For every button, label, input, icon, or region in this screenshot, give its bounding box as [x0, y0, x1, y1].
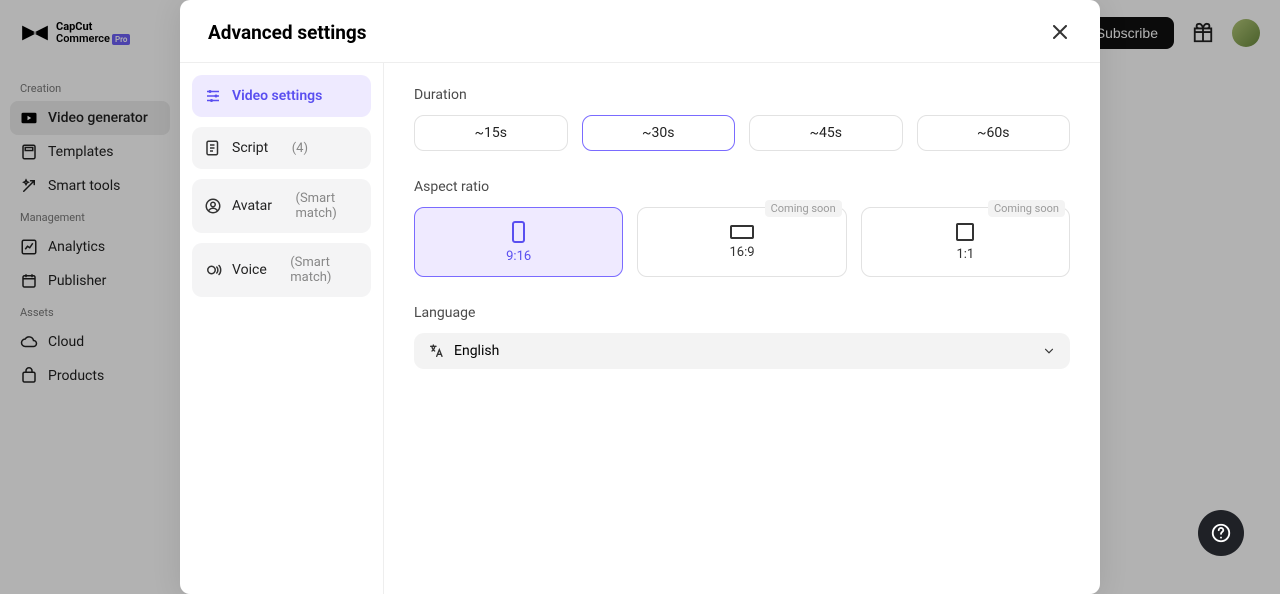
nav-meta: (Smart match)	[290, 255, 359, 285]
help-icon	[1210, 522, 1232, 544]
aspect-portrait-icon	[512, 221, 525, 243]
aspect-option-label: 9:16	[506, 249, 531, 264]
aspect-option-label: 1:1	[956, 247, 974, 262]
nav-meta: (Smart match)	[296, 191, 359, 221]
aspect-option-9-16[interactable]: 9:16	[414, 207, 623, 277]
duration-options: ~15s ~30s ~45s ~60s	[414, 115, 1070, 151]
close-icon	[1053, 25, 1067, 39]
duration-option-30s[interactable]: ~30s	[582, 115, 736, 151]
nav-label: Voice	[232, 262, 267, 278]
language-label: Language	[414, 305, 1070, 321]
duration-option-15s[interactable]: ~15s	[414, 115, 568, 151]
nav-label: Script	[232, 140, 268, 156]
settings-nav: Video settings Script (4) Avatar (Smart …	[180, 63, 384, 594]
nav-label: Avatar	[232, 198, 272, 214]
coming-soon-badge: Coming soon	[765, 200, 842, 217]
close-button[interactable]	[1048, 20, 1072, 44]
settings-content: Duration ~15s ~30s ~45s ~60s Aspect rati…	[384, 63, 1100, 594]
sliders-icon	[204, 87, 222, 105]
language-selected: English	[454, 343, 499, 359]
voice-icon	[204, 261, 222, 279]
aspect-label: Aspect ratio	[414, 179, 1070, 195]
modal-title: Advanced settings	[208, 21, 367, 44]
nav-label: Video settings	[232, 88, 322, 104]
nav-item-avatar[interactable]: Avatar (Smart match)	[192, 179, 371, 233]
aspect-option-1-1: Coming soon 1:1	[861, 207, 1070, 277]
coming-soon-badge: Coming soon	[988, 200, 1065, 217]
advanced-settings-modal: Advanced settings Video settings Script …	[180, 0, 1100, 594]
script-icon	[204, 139, 222, 157]
duration-label: Duration	[414, 87, 1070, 103]
aspect-landscape-icon	[730, 225, 754, 239]
nav-item-voice[interactable]: Voice (Smart match)	[192, 243, 371, 297]
duration-option-60s[interactable]: ~60s	[917, 115, 1071, 151]
language-icon	[428, 343, 444, 359]
help-button[interactable]	[1198, 510, 1244, 556]
chevron-down-icon	[1042, 344, 1056, 358]
aspect-option-16-9: Coming soon 16:9	[637, 207, 846, 277]
aspect-square-icon	[956, 223, 974, 241]
aspect-options: 9:16 Coming soon 16:9 Coming soon 1:1	[414, 207, 1070, 277]
nav-item-video-settings[interactable]: Video settings	[192, 75, 371, 117]
language-select[interactable]: English	[414, 333, 1070, 369]
nav-item-script[interactable]: Script (4)	[192, 127, 371, 169]
avatar-icon	[204, 197, 222, 215]
modal-header: Advanced settings	[180, 0, 1100, 63]
duration-option-45s[interactable]: ~45s	[749, 115, 903, 151]
aspect-option-label: 16:9	[729, 245, 754, 260]
nav-meta: (4)	[292, 141, 308, 156]
